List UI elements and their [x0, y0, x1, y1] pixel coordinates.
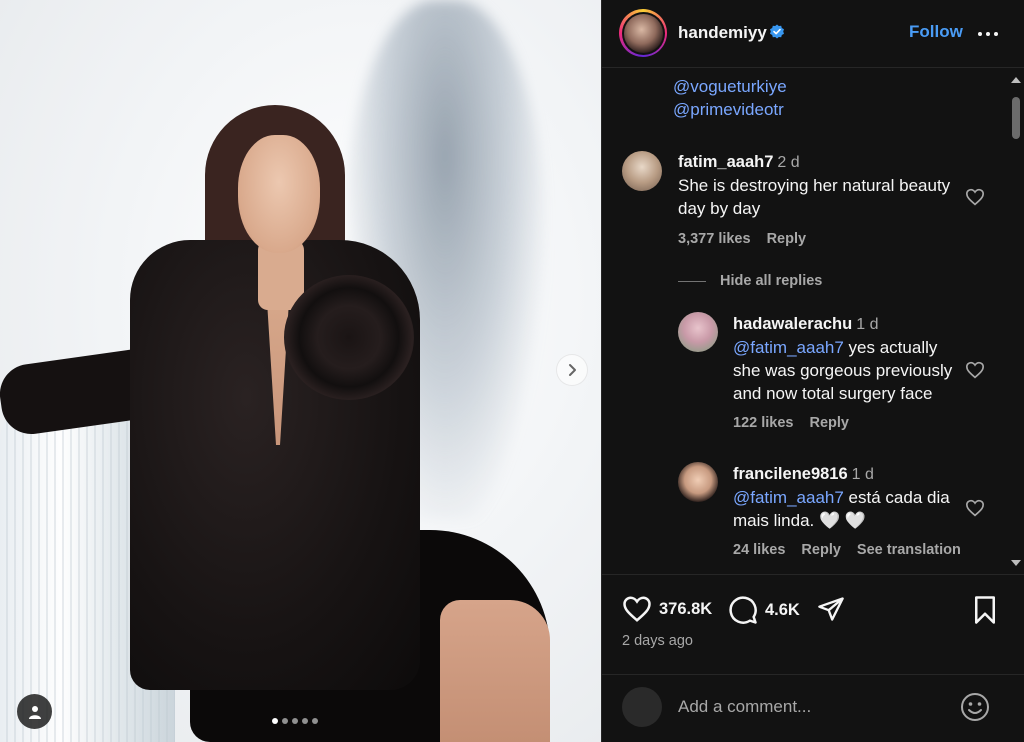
reply-username-text[interactable]: hadawalerachu: [733, 315, 852, 333]
scroll-up-arrow-icon[interactable]: [1011, 77, 1021, 83]
author-avatar[interactable]: [619, 9, 667, 57]
chevron-right-icon: [569, 364, 576, 376]
carousel-indicator: [272, 718, 318, 724]
post-header: handemiyy Follow: [602, 0, 1024, 68]
rose-brooch: [284, 275, 414, 400]
verified-badge-icon: [770, 24, 784, 39]
post-timestamp: 2 days ago: [622, 633, 693, 649]
post-side-panel: handemiyy Follow @vogueturkiye @primevid…: [601, 0, 1024, 742]
comments-list[interactable]: @vogueturkiye @primevideotr fatim_aaah7 2…: [602, 69, 1024, 574]
post-image[interactable]: [0, 0, 601, 742]
replies-divider: [678, 280, 706, 282]
emoji-icon[interactable]: [959, 691, 991, 723]
comment-text: She is destroying her natural beauty day…: [678, 176, 951, 218]
like-comment-heart-icon[interactable]: [965, 188, 985, 206]
reply-time: 1 d: [851, 466, 874, 483]
comment-count[interactable]: 4.6K: [765, 601, 800, 620]
comment-username-text[interactable]: fatim_aaah7: [678, 153, 773, 171]
like-button[interactable]: 376.8K: [622, 595, 712, 623]
commenter-avatar[interactable]: [622, 151, 662, 191]
comment-bubble-icon: [729, 596, 757, 624]
tagged-users-button[interactable]: [17, 694, 52, 729]
reply-meta: 24 likes Reply See translation: [733, 542, 961, 558]
reply-button[interactable]: Reply: [801, 542, 841, 558]
like-count[interactable]: 376.8K: [659, 600, 712, 619]
comment-composer: [602, 674, 1024, 742]
hide-replies-button[interactable]: Hide all replies: [678, 273, 822, 289]
comment-likes[interactable]: 3,377 likes: [678, 231, 751, 247]
carousel-dot: [312, 718, 318, 724]
model-leg-skin: [440, 600, 550, 742]
replier-avatar[interactable]: [678, 312, 718, 352]
comment-time: 2 d: [777, 154, 800, 171]
current-user-avatar[interactable]: [622, 687, 662, 727]
reply-button[interactable]: Reply: [809, 415, 849, 431]
heart-icon: [623, 596, 651, 622]
like-reply-heart-icon[interactable]: [965, 361, 985, 379]
reply-likes[interactable]: 24 likes: [733, 542, 785, 558]
replier-avatar[interactable]: [678, 462, 718, 502]
hide-replies-label: Hide all replies: [720, 273, 823, 289]
more-options-icon[interactable]: [976, 22, 1000, 46]
reply-meta: 122 likes Reply: [733, 415, 849, 431]
see-translation-button[interactable]: See translation: [857, 542, 961, 558]
reply-text: @fatim_aaah7 está cada dia mais linda. 🤍…: [733, 486, 965, 532]
reply-text: @fatim_aaah7 yes actually she was gorgeo…: [733, 336, 965, 405]
caption-mention[interactable]: @vogueturkiye: [673, 77, 787, 97]
author-username[interactable]: handemiyy: [678, 23, 767, 43]
post-actions: 376.8K 4.6K 2 days ago: [602, 574, 1024, 674]
reply-likes[interactable]: 122 likes: [733, 415, 793, 431]
reply-username[interactable]: hadawalerachu 1 d: [733, 315, 878, 334]
carousel-dot: [282, 718, 288, 724]
reply-username-text[interactable]: francilene9816: [733, 465, 848, 483]
reply-username[interactable]: francilene9816 1 d: [733, 465, 874, 484]
reply-mention[interactable]: @fatim_aaah7: [733, 338, 844, 357]
user-icon: [28, 705, 41, 719]
reply-time: 1 d: [856, 316, 879, 333]
comment-meta: 3,377 likes Reply: [678, 231, 806, 247]
carousel-dot: [272, 718, 278, 724]
carousel-dot: [302, 718, 308, 724]
save-bookmark-icon[interactable]: [971, 595, 999, 625]
reply-mention[interactable]: @fatim_aaah7: [733, 488, 844, 507]
comment-input[interactable]: [678, 693, 948, 721]
comments-scrollbar[interactable]: [1007, 69, 1024, 574]
caption-mention[interactable]: @primevideotr: [673, 100, 784, 120]
author-avatar-image: [623, 13, 663, 53]
carousel-dot: [292, 718, 298, 724]
scroll-down-arrow-icon[interactable]: [1011, 560, 1021, 566]
model-face: [238, 135, 320, 253]
reply-button[interactable]: Reply: [767, 231, 807, 247]
comment-username[interactable]: fatim_aaah7 2 d: [678, 153, 800, 172]
scroll-thumb[interactable]: [1012, 97, 1020, 139]
like-reply-heart-icon[interactable]: [965, 499, 985, 517]
next-image-button[interactable]: [556, 354, 588, 386]
share-paper-plane-icon[interactable]: [816, 595, 846, 623]
comment-button[interactable]: 4.6K: [728, 595, 800, 625]
follow-button[interactable]: Follow: [909, 22, 963, 42]
